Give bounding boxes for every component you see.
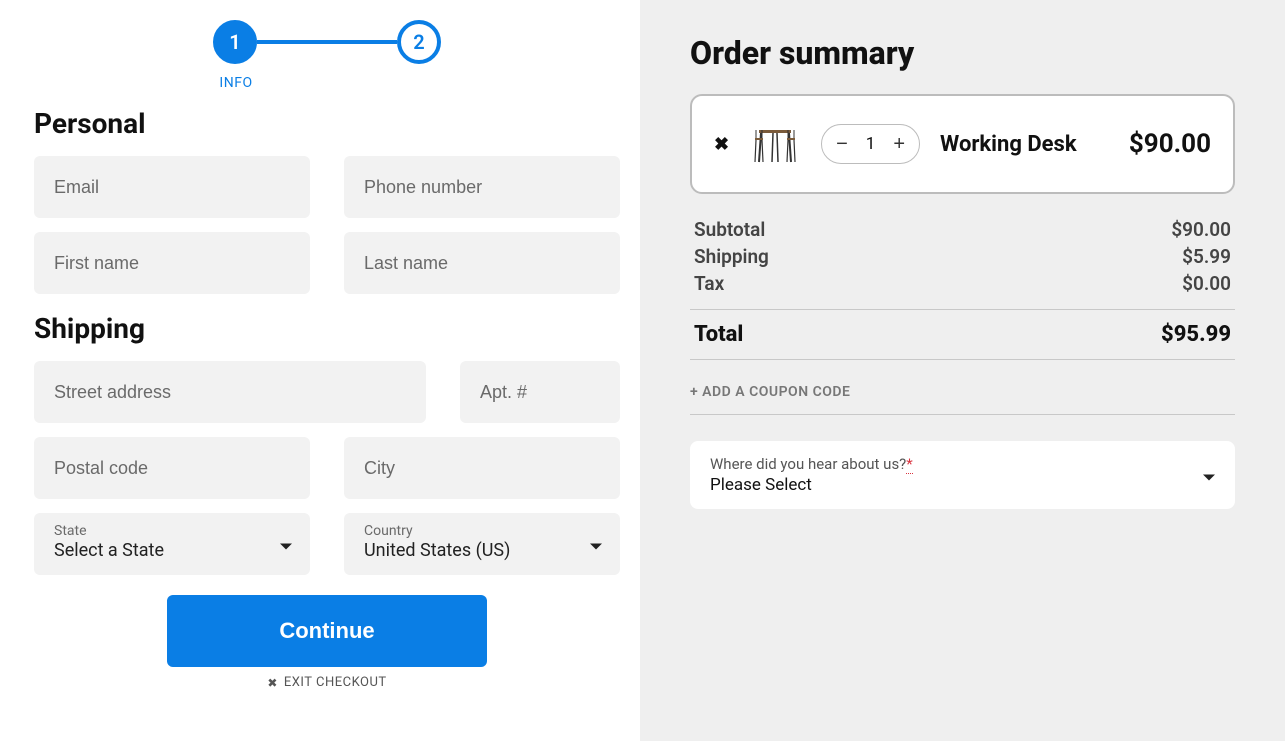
divider: [690, 309, 1235, 310]
country-select-value: United States (US): [364, 540, 600, 561]
add-coupon-link[interactable]: + ADD A COUPON CODE: [690, 378, 1235, 415]
total-label: Total: [694, 322, 743, 347]
exit-checkout-link[interactable]: ✖ EXIT CHECKOUT: [34, 675, 620, 690]
shipping-label: Shipping: [694, 245, 769, 268]
street-address-field[interactable]: [34, 361, 426, 423]
country-select-label: Country: [364, 523, 600, 539]
subtotal-label: Subtotal: [694, 218, 765, 241]
checkout-form-panel: 1 2 INFO Personal Shipping State Select …: [0, 0, 640, 741]
qty-decrease-button[interactable]: −: [836, 134, 848, 154]
step-2[interactable]: 2: [397, 20, 441, 64]
close-icon: ✖: [267, 676, 278, 690]
remove-item-button[interactable]: ✖: [714, 134, 729, 155]
state-select[interactable]: State Select a State: [34, 513, 310, 575]
totals-block: Subtotal $90.00 Shipping $5.99 Tax $0.00…: [690, 216, 1235, 415]
country-select[interactable]: Country United States (US): [344, 513, 620, 575]
product-name: Working Desk: [940, 128, 1109, 161]
last-name-field[interactable]: [344, 232, 620, 294]
state-select-value: Select a State: [54, 540, 290, 561]
phone-field[interactable]: [344, 156, 620, 218]
order-summary-panel: ✕ Order summary ✖: [640, 0, 1285, 741]
hear-about-label: Where did you hear about us?*: [710, 455, 1215, 473]
first-name-field[interactable]: [34, 232, 310, 294]
product-image-icon: [749, 118, 801, 170]
divider: [690, 359, 1235, 360]
exit-checkout-label: EXIT CHECKOUT: [284, 675, 387, 690]
step-1[interactable]: 1: [213, 20, 257, 64]
subtotal-value: $90.00: [1171, 218, 1231, 241]
required-indicator: *: [906, 455, 912, 474]
postal-code-field[interactable]: [34, 437, 310, 499]
caret-down-icon: [280, 535, 292, 554]
step-1-label: INFO: [219, 75, 252, 91]
total-value: $95.99: [1161, 322, 1231, 347]
cart-item: ✖: [690, 94, 1235, 194]
quantity-stepper: − 1 +: [821, 124, 920, 164]
email-field[interactable]: [34, 156, 310, 218]
qty-increase-button[interactable]: +: [893, 134, 905, 154]
shipping-section-title: Shipping: [34, 312, 620, 345]
tax-value: $0.00: [1182, 272, 1231, 295]
state-select-label: State: [54, 523, 290, 539]
stepper: 1 2: [34, 20, 620, 64]
city-field[interactable]: [344, 437, 620, 499]
product-price: $90.00: [1129, 129, 1211, 159]
personal-section-title: Personal: [34, 107, 620, 140]
order-summary-title: Order summary: [690, 34, 1235, 72]
tax-label: Tax: [694, 272, 724, 295]
step-connector: [257, 40, 397, 44]
continue-button[interactable]: Continue: [167, 595, 487, 667]
hear-about-select[interactable]: Where did you hear about us?* Please Sel…: [690, 441, 1235, 509]
caret-down-icon: [590, 535, 602, 554]
qty-value: 1: [866, 134, 876, 154]
hear-about-value: Please Select: [710, 475, 1215, 495]
shipping-value: $5.99: [1182, 245, 1231, 268]
caret-down-icon: [1203, 466, 1215, 485]
apt-field[interactable]: [460, 361, 620, 423]
